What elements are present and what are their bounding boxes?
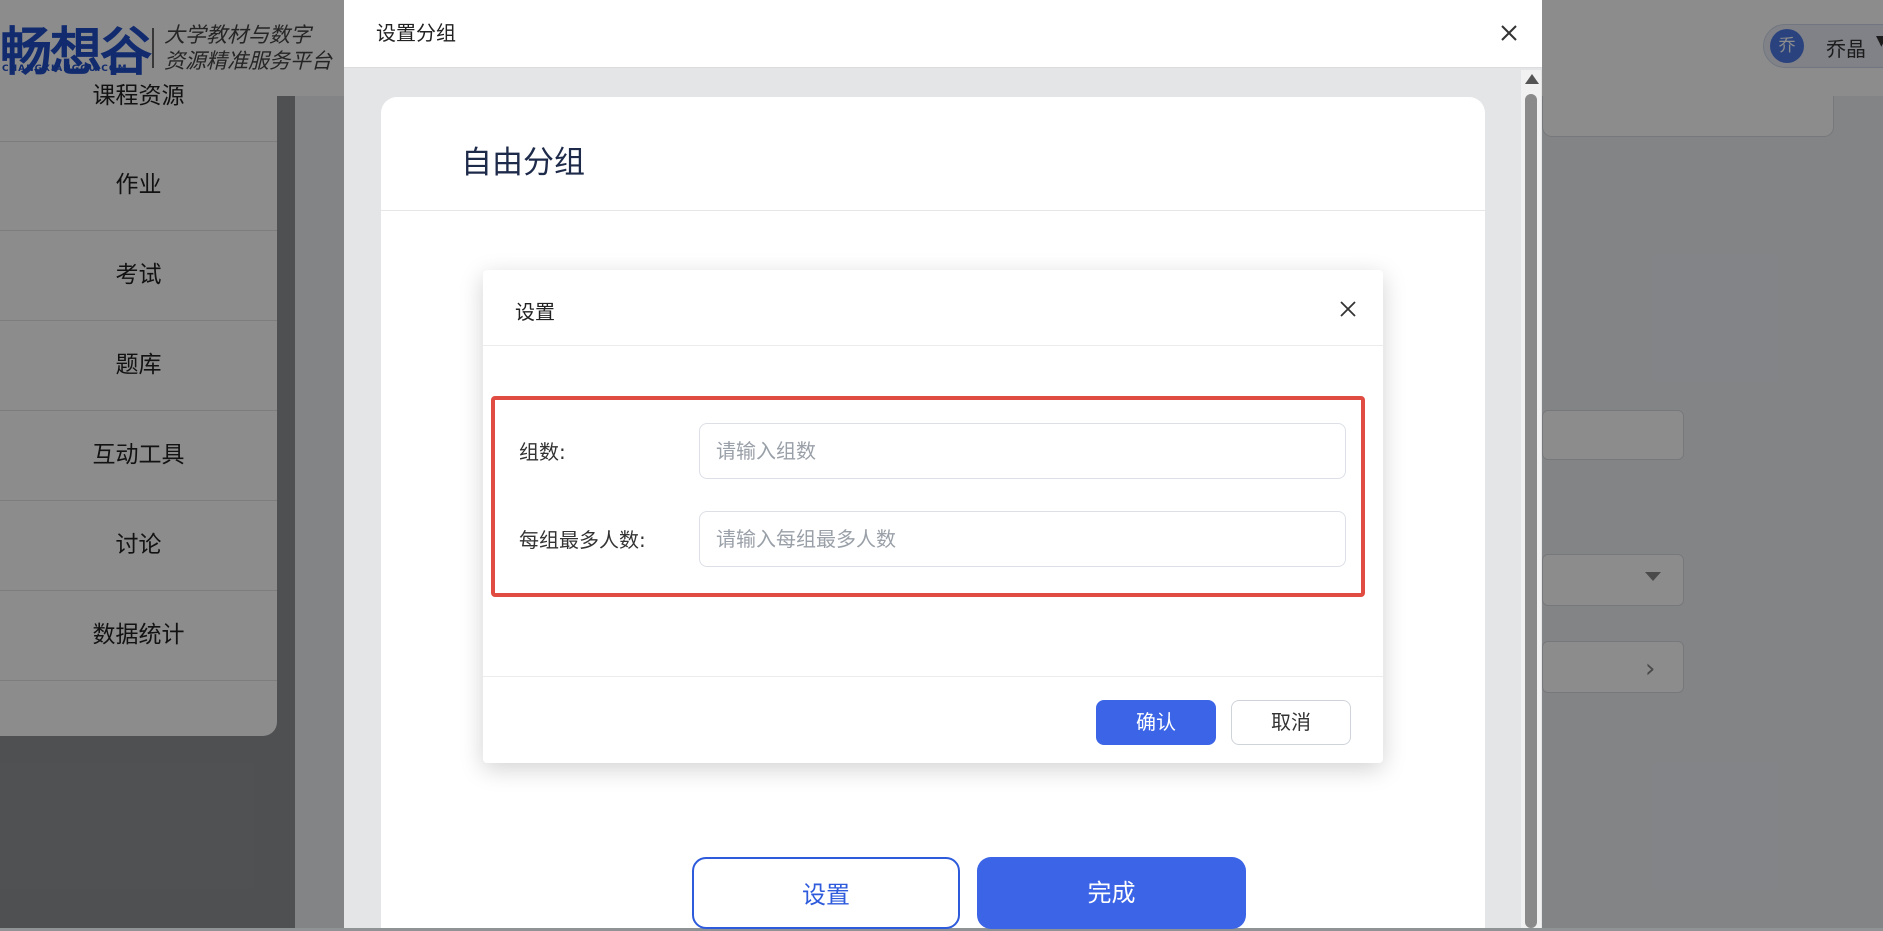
close-icon[interactable] <box>1337 298 1359 320</box>
card-title: 自由分组 <box>461 145 585 181</box>
scrollbar-thumb[interactable] <box>1525 94 1537 928</box>
close-icon[interactable] <box>1494 18 1524 48</box>
drawer-header: 设置分组 <box>344 0 1542 68</box>
group-count-input[interactable] <box>699 423 1346 479</box>
drawer-title: 设置分组 <box>376 21 456 45</box>
settings-button[interactable]: 设置 <box>692 857 960 929</box>
settings-dialog: 设置 组数: 每组最多人数: 确认 取消 <box>483 270 1383 763</box>
divider <box>381 210 1485 211</box>
dialog-header: 设置 <box>483 270 1383 346</box>
done-button[interactable]: 完成 <box>977 857 1246 929</box>
cancel-button[interactable]: 取消 <box>1231 700 1351 745</box>
max-members-label: 每组最多人数: <box>519 528 646 552</box>
dialog-title: 设置 <box>515 300 555 324</box>
group-count-label: 组数: <box>519 440 566 464</box>
arrow-up-icon[interactable] <box>1525 74 1539 84</box>
dialog-footer-divider <box>483 676 1383 677</box>
scrollbar[interactable] <box>1521 70 1541 928</box>
confirm-button[interactable]: 确认 <box>1096 700 1216 745</box>
max-members-input[interactable] <box>699 511 1346 567</box>
